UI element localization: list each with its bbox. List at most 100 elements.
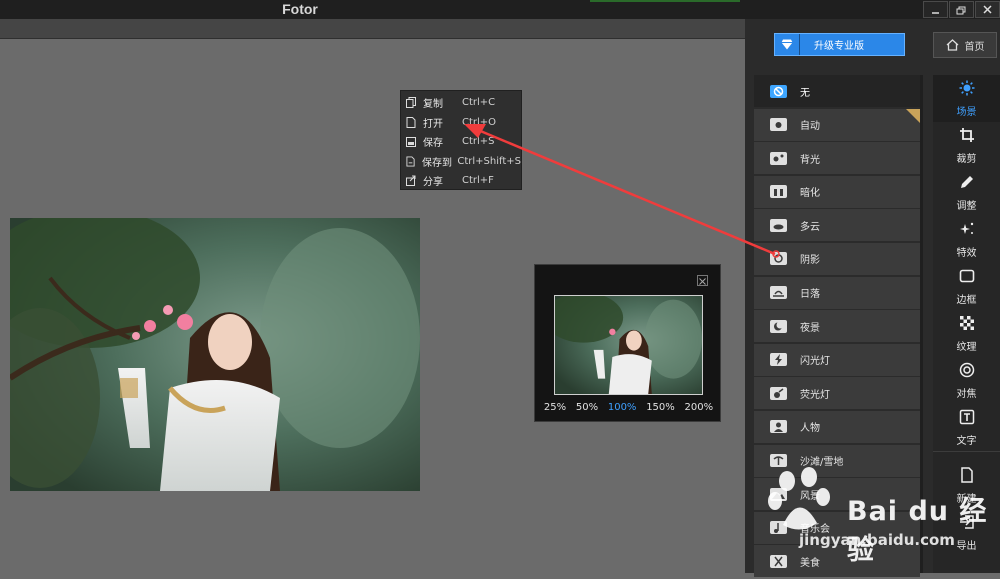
tool-label: 调整	[956, 200, 977, 212]
scene-item[interactable]: 背光	[754, 142, 920, 175]
menu-item-label: 复制	[423, 99, 443, 111]
zoom-150[interactable]: 150%	[646, 402, 675, 413]
menu-item-shortcut: Ctrl+C	[462, 97, 496, 109]
cloud-icon	[770, 218, 787, 232]
title-bar: Fotor	[0, 0, 1000, 19]
scene-item-label: 音乐会	[800, 524, 830, 536]
beach-icon	[770, 454, 787, 468]
export-icon	[959, 514, 975, 537]
zoom-25[interactable]: 25%	[544, 402, 566, 413]
save-icon	[406, 137, 416, 148]
tool-focus[interactable]: 对焦	[933, 357, 1000, 404]
scene-item[interactable]: 夜景	[754, 310, 920, 343]
menu-item-open[interactable]: 打开 Ctrl+O	[401, 113, 521, 133]
tool-pencil[interactable]: 调整	[933, 169, 1000, 216]
shadow-icon	[770, 252, 787, 266]
tool-label: 对焦	[956, 388, 977, 400]
sunset-icon	[770, 286, 787, 300]
menu-item-label: 分享	[423, 177, 443, 189]
moon-icon	[770, 319, 787, 333]
zoom-close-button[interactable]	[697, 275, 708, 286]
premium-badge-icon	[906, 108, 920, 123]
tool-crop[interactable]: 裁剪	[933, 122, 1000, 169]
tool-label: 新建	[956, 493, 977, 505]
crop-icon	[959, 127, 975, 150]
pencil-icon	[959, 174, 975, 197]
title-accent-line	[590, 0, 740, 2]
tool-export[interactable]: 导出	[933, 509, 1000, 556]
zoom-thumbnail[interactable]	[554, 295, 703, 395]
tool-sun[interactable]: 场景	[933, 75, 1000, 122]
menu-item-shortcut: Ctrl+F	[462, 175, 494, 187]
tool-sparkle[interactable]: 特效	[933, 216, 1000, 263]
scene-item[interactable]: 人物	[754, 410, 920, 443]
scene-item[interactable]: 阴影	[754, 242, 920, 275]
share-icon	[406, 175, 416, 187]
menu-item-save[interactable]: 保存 Ctrl+S	[401, 132, 521, 152]
toolbar-strip	[0, 19, 745, 39]
home-icon	[946, 39, 958, 51]
scene-item-label: 暗化	[800, 188, 820, 200]
menu-item-share[interactable]: 分享 Ctrl+F	[401, 171, 521, 191]
scene-item[interactable]: 暗化	[754, 175, 920, 208]
menu-item-shortcut: Ctrl+Shift+S	[457, 155, 521, 167]
scene-list-scrollbar[interactable]	[920, 75, 923, 573]
tool-new-file[interactable]: 新建	[933, 462, 1000, 509]
tool-label: 场景	[956, 106, 977, 118]
text-icon	[959, 409, 975, 432]
photo-preview[interactable]	[10, 218, 420, 491]
scene-item[interactable]: 风景	[754, 478, 920, 511]
zoom-levels: 25% 50% 100% 150% 200%	[535, 402, 722, 413]
menu-item-copy[interactable]: 复制 Ctrl+C	[401, 93, 521, 113]
scene-item-label: 无	[800, 87, 810, 99]
tool-frame[interactable]: 边框	[933, 263, 1000, 310]
scene-item[interactable]: 荧光灯	[754, 377, 920, 410]
scene-item[interactable]: 音乐会	[754, 511, 920, 544]
tool-label: 导出	[956, 540, 977, 552]
frame-icon	[959, 268, 975, 291]
app-title: Fotor	[282, 1, 318, 17]
restore-button[interactable]	[949, 1, 974, 18]
minimize-button[interactable]	[923, 1, 948, 18]
sparkle-icon	[959, 221, 975, 244]
home-label: 首页	[964, 41, 985, 53]
scene-item-label: 日落	[800, 289, 820, 301]
right-panel: 升级专业版 首页 无自动背光暗化多云 阴影日落夜景闪光灯荧光灯 人物沙滩/雪地风景音…	[745, 19, 1000, 578]
file-context-menu: 复制 Ctrl+C 打开 Ctrl+O 保存 Ctrl+S 保存到 Ctrl+S…	[400, 90, 522, 190]
menu-item-shortcut: Ctrl+O	[462, 116, 497, 128]
scene-item[interactable]: 自动	[754, 108, 920, 141]
upgrade-button[interactable]: 升级专业版	[774, 33, 905, 56]
scene-item[interactable]: 闪光灯	[754, 343, 920, 376]
tool-label: 文字	[956, 435, 977, 447]
food-icon	[770, 554, 787, 568]
close-icon	[699, 278, 706, 285]
scene-item[interactable]: 日落	[754, 276, 920, 309]
close-icon	[983, 5, 992, 14]
darken-icon	[770, 185, 787, 199]
scene-item[interactable]: 沙滩/雪地	[754, 444, 920, 477]
save-as-icon	[406, 156, 415, 167]
thumbnail-image	[555, 296, 702, 394]
close-button[interactable]	[975, 1, 1000, 18]
photo-image	[10, 218, 420, 491]
portrait-icon	[770, 420, 787, 434]
scene-item-label: 背光	[800, 154, 820, 166]
zoom-50[interactable]: 50%	[576, 402, 598, 413]
menu-item-save-as[interactable]: 保存到 Ctrl+Shift+S	[401, 152, 521, 172]
new-file-icon	[959, 466, 975, 490]
tool-text[interactable]: 文字	[933, 404, 1000, 451]
scene-item-label: 美食	[800, 557, 820, 569]
scene-item-label: 沙滩/雪地	[800, 457, 844, 469]
zoom-200[interactable]: 200%	[685, 402, 714, 413]
tool-texture[interactable]: 纹理	[933, 310, 1000, 357]
scene-item-label: 闪光灯	[800, 356, 830, 368]
zoom-100[interactable]: 100%	[608, 402, 637, 413]
scene-item[interactable]: 无	[754, 75, 920, 107]
scene-item[interactable]: 多云	[754, 209, 920, 242]
camera-icon	[770, 118, 787, 132]
home-button[interactable]: 首页	[933, 32, 997, 58]
upgrade-label: 升级专业版	[814, 41, 864, 52]
window-controls	[922, 0, 1000, 19]
tool-sidebar: 场景裁剪调整特效 边框 纹理对焦文字新建导出	[933, 75, 1000, 573]
scene-item-label: 风景	[800, 490, 820, 502]
